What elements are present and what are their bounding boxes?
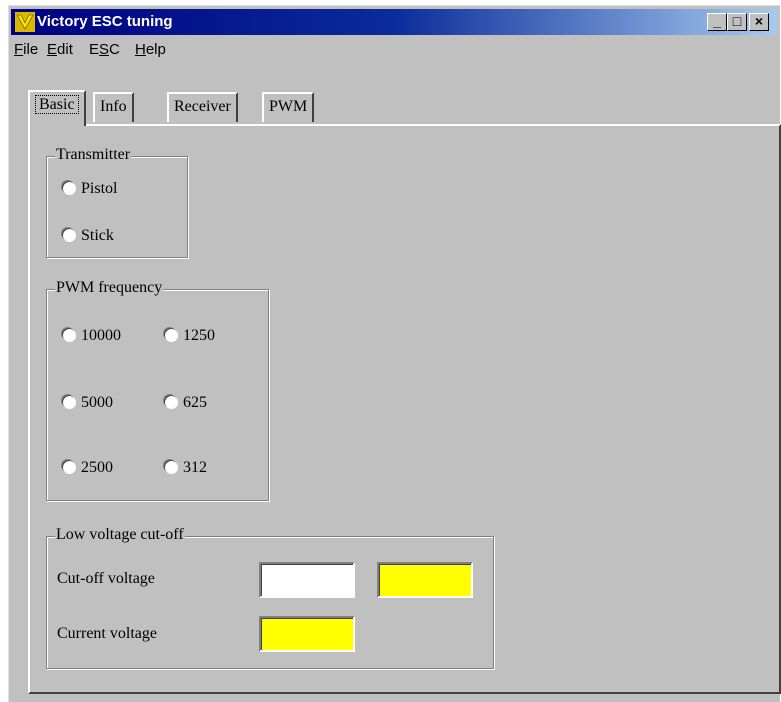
radio-1250[interactable]: 1250: [164, 326, 215, 346]
transmitter-legend: Transmitter: [55, 146, 132, 164]
radio-circle-icon: [164, 460, 177, 473]
radio-2500[interactable]: 2500: [62, 458, 113, 478]
radio-5000[interactable]: 5000: [62, 393, 113, 413]
radio-circle-icon: [164, 328, 177, 341]
low-voltage-group: Low voltage cut-off Cut-off voltage Curr…: [46, 526, 494, 669]
radio-circle-icon: [62, 328, 75, 341]
pwm-frequency-legend: PWM frequency: [55, 279, 164, 297]
victory-logo-icon: [15, 12, 35, 32]
maximize-button[interactable]: □: [727, 13, 747, 31]
menu-bar: File Edit ESC Help: [9, 36, 779, 64]
cutoff-voltage-label: Cut-off voltage: [57, 570, 155, 587]
cutoff-voltage-input[interactable]: [259, 562, 355, 598]
minimize-button[interactable]: _: [707, 13, 727, 31]
menu-help[interactable]: Help: [135, 41, 166, 58]
window-title: Victory ESC tuning: [37, 13, 173, 30]
radio-circle-icon: [62, 181, 75, 194]
cutoff-voltage-indicator: [377, 562, 473, 598]
radio-stick[interactable]: Stick: [62, 226, 114, 246]
tab-info[interactable]: Info: [93, 92, 134, 122]
transmitter-group: Transmitter Pistol Stick: [46, 146, 188, 258]
radio-625[interactable]: 625: [164, 393, 207, 413]
tab-receiver[interactable]: Receiver: [167, 92, 238, 122]
menu-file[interactable]: File: [14, 41, 38, 58]
radio-312[interactable]: 312: [164, 458, 207, 478]
current-voltage-label: Current voltage: [57, 625, 157, 642]
title-bar[interactable]: Victory ESC tuning _ □ ×: [11, 9, 777, 35]
menu-esc[interactable]: ESC: [89, 41, 120, 58]
pwm-frequency-group: PWM frequency 10000 1250 5000 625 2500 3…: [46, 279, 269, 501]
menu-edit[interactable]: Edit: [47, 41, 73, 58]
radio-circle-icon: [62, 460, 75, 473]
current-voltage-indicator: [259, 616, 355, 652]
radio-10000[interactable]: 10000: [62, 326, 121, 346]
radio-pistol[interactable]: Pistol: [62, 179, 117, 199]
tab-basic[interactable]: Basic: [28, 90, 86, 126]
radio-circle-icon: [62, 395, 75, 408]
close-button[interactable]: ×: [749, 13, 769, 31]
app-window: Victory ESC tuning _ □ × File Edit ESC H…: [8, 5, 781, 702]
radio-circle-icon: [62, 228, 75, 241]
radio-circle-icon: [164, 395, 177, 408]
tab-pwm[interactable]: PWM: [262, 92, 315, 122]
low-voltage-legend: Low voltage cut-off: [55, 526, 185, 544]
